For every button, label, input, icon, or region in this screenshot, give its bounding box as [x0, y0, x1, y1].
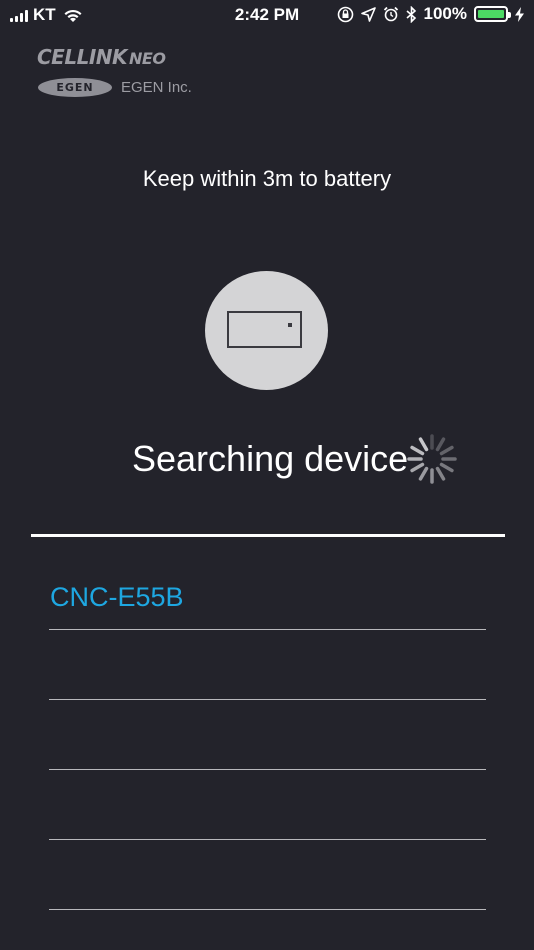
spinner-spoke — [439, 462, 454, 473]
spinner-spoke — [439, 445, 454, 456]
divider — [31, 534, 505, 537]
spinner-spoke — [410, 462, 425, 473]
battery-device-icon — [205, 271, 328, 390]
spinner-spoke — [435, 437, 446, 452]
loading-spinner-icon — [407, 434, 457, 484]
egen-badge-logo: EGEN — [38, 78, 112, 97]
device-list-item[interactable] — [49, 770, 486, 840]
distance-hint: Keep within 3m to battery — [142, 166, 392, 191]
brand-logo: CELLINK NEO — [37, 45, 166, 69]
status-right: 100% — [337, 4, 524, 24]
spinner-spoke — [418, 466, 429, 481]
device-outline — [227, 311, 302, 348]
device-list-item[interactable] — [49, 700, 486, 770]
brand-name: CELLINK — [37, 45, 128, 69]
device-list-item[interactable]: CNC-E55B — [49, 560, 486, 630]
device-list-item[interactable] — [49, 840, 486, 910]
charging-icon — [515, 6, 524, 22]
spinner-spoke — [410, 445, 425, 456]
device-name: CNC-E55B — [50, 582, 184, 612]
brand-suffix: NEO — [129, 49, 166, 68]
battery-icon — [474, 6, 511, 22]
searching-label: Searching device — [132, 438, 409, 479]
battery-percent: 100% — [423, 4, 467, 23]
company-name: EGEN Inc. — [121, 79, 192, 96]
alarm-icon — [383, 6, 398, 22]
bluetooth-icon — [405, 5, 416, 23]
device-list: CNC-E55B — [49, 560, 486, 910]
spinner-spoke — [435, 466, 446, 481]
location-icon — [360, 6, 376, 22]
status-bar: KT 2:42 PM 100% — [0, 0, 534, 32]
device-list-item[interactable] — [49, 630, 486, 700]
orientation-lock-icon — [337, 6, 353, 22]
spinner-spoke — [418, 437, 429, 452]
